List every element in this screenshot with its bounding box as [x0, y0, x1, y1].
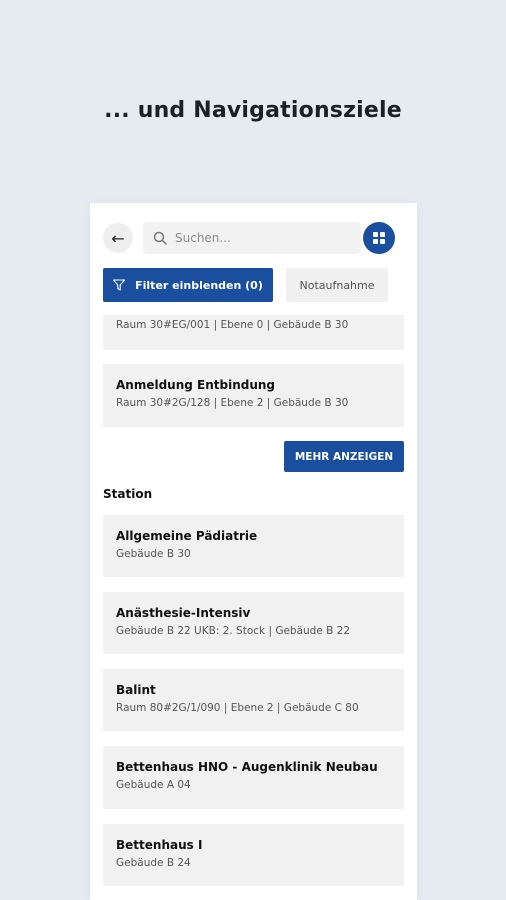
result-card-sub: Raum 30#2G/128 | Ebene 2 | Gebäude B 30	[116, 397, 349, 409]
result-card[interactable]: Anmeldung Entbindung Raum 30#2G/128 | Eb…	[103, 364, 404, 427]
station-card-sub: Gebäude B 22 UKB: 2. Stock | Gebäude B 2…	[116, 625, 351, 637]
station-card[interactable]: Anästhesie-Intensiv Gebäude B 22 UKB: 2.…	[103, 592, 404, 654]
filter-icon	[113, 279, 126, 291]
search-icon	[153, 231, 167, 245]
grid-view-button[interactable]	[363, 222, 395, 254]
show-more-button[interactable]: MEHR ANZEIGEN	[284, 441, 404, 472]
station-card-sub: Gebäude B 24	[116, 857, 191, 869]
filter-button-label: Filter einblenden (0)	[135, 278, 263, 292]
station-card-title: Balint	[116, 683, 156, 697]
result-card-partial[interactable]: Raum 30#EG/001 | Ebene 0 | Gebäude B 30	[103, 315, 404, 350]
grid-icon	[373, 232, 385, 244]
station-card-sub: Raum 80#2G/1/090 | Ebene 2 | Gebäude C 8…	[116, 702, 359, 714]
station-card-sub: Gebäude B 30	[116, 548, 191, 560]
station-card-title: Bettenhaus I	[116, 838, 203, 852]
station-card-sub: Gebäude A 04	[116, 779, 191, 791]
search-bar[interactable]	[143, 222, 361, 254]
section-title-station: Station	[103, 487, 153, 501]
category-chip-notaufnahme[interactable]: Notaufnahme	[286, 268, 388, 302]
header-area: ← Filter einblenden (0) Notaufnahme	[90, 203, 417, 313]
back-button[interactable]: ←	[103, 223, 133, 253]
result-card-title: Anmeldung Entbindung	[116, 378, 276, 392]
result-card-sub: Raum 30#EG/001 | Ebene 0 | Gebäude B 30	[116, 319, 349, 331]
filter-button[interactable]: Filter einblenden (0)	[103, 268, 273, 302]
phone-screen: Raum 30#EG/001 | Ebene 0 | Gebäude B 30 …	[90, 203, 417, 900]
station-card-title: Allgemeine Pädiatrie	[116, 529, 258, 543]
station-card-title: Anästhesie-Intensiv	[116, 606, 251, 620]
station-card-title: Bettenhaus HNO - Augenklinik Neubau	[116, 760, 378, 774]
category-chip-label: Notaufnahme	[299, 278, 375, 292]
station-card[interactable]: Bettenhaus I Gebäude B 24	[103, 824, 404, 886]
search-input[interactable]	[173, 230, 347, 246]
page-headline: ... und Navigationsziele	[104, 98, 402, 123]
station-card[interactable]: Balint Raum 80#2G/1/090 | Ebene 2 | Gebä…	[103, 669, 404, 731]
arrow-left-icon: ←	[111, 228, 125, 248]
station-card[interactable]: Bettenhaus HNO - Augenklinik Neubau Gebä…	[103, 746, 404, 809]
station-card[interactable]: Allgemeine Pädiatrie Gebäude B 30	[103, 515, 404, 577]
